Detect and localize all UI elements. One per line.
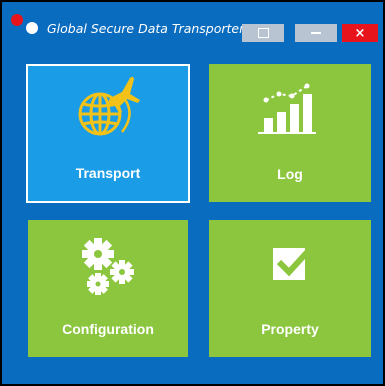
- minimize-button[interactable]: [295, 24, 337, 42]
- gears-icon: [82, 238, 134, 295]
- tile-configuration[interactable]: Configuration: [28, 220, 188, 357]
- app-logo-white-dot-icon: [26, 22, 38, 34]
- checkbox-icon: [273, 245, 314, 280]
- minimize-icon: [311, 32, 321, 34]
- window-title: Global Secure Data Transporter: [47, 21, 245, 36]
- close-icon: ×: [354, 25, 366, 41]
- close-button[interactable]: ×: [342, 24, 378, 42]
- tile-log[interactable]: Log: [209, 64, 371, 202]
- tile-property[interactable]: Property: [209, 220, 371, 357]
- tile-configuration-label: Configuration: [62, 321, 154, 337]
- app-window: Global Secure Data Transporter × Transpo…: [0, 0, 385, 386]
- tile-log-label: Log: [277, 166, 303, 182]
- restore-button[interactable]: [242, 24, 284, 42]
- bar-chart-icon: [258, 83, 316, 134]
- tile-transport-label: Transport: [75, 165, 141, 181]
- tile-transport[interactable]: Transport: [26, 64, 190, 203]
- globe-airplane-icon: [78, 76, 140, 136]
- title-bar[interactable]: Global Secure Data Transporter ×: [2, 2, 383, 42]
- app-logo-red-dot-icon: [11, 14, 23, 26]
- restore-icon: [257, 28, 269, 38]
- tile-property-label: Property: [261, 321, 319, 337]
